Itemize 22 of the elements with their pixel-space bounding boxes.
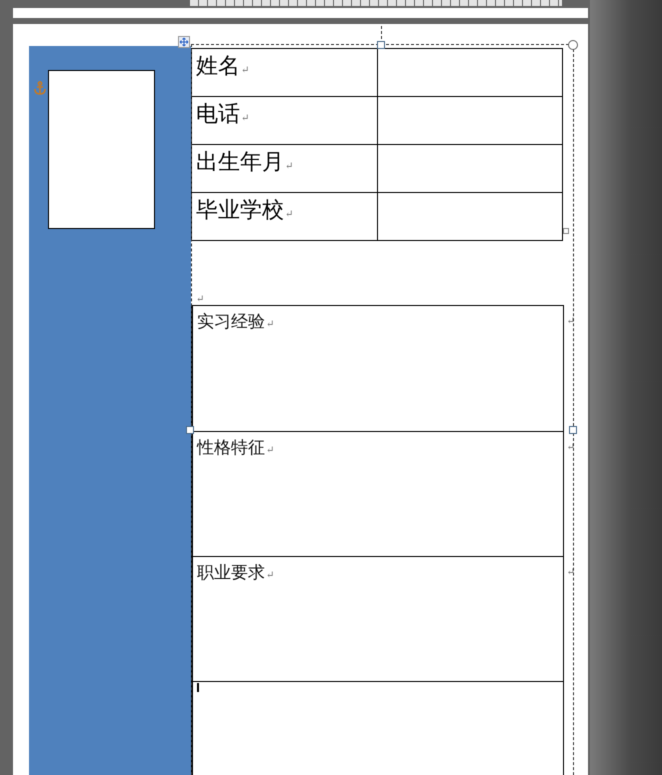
resize-handle[interactable] (186, 426, 194, 434)
move-handle-icon[interactable] (178, 36, 190, 48)
resize-handle[interactable] (569, 426, 577, 434)
resize-handle[interactable] (377, 41, 385, 49)
section-label: 实习经验 (197, 312, 265, 332)
paragraph-mark: ↵ (266, 319, 274, 330)
section-label: 性格特征 (197, 438, 265, 458)
table-resize-handle[interactable] (563, 228, 569, 234)
field-label: 出生年月 (196, 150, 284, 175)
paragraph-mark: ↵ (285, 209, 294, 220)
paragraph-mark: ↵ (196, 294, 204, 305)
paragraph-mark: ↵ (285, 161, 294, 172)
field-label: 毕业学校 (196, 198, 284, 223)
section-label: 职业要求 (197, 563, 265, 583)
paragraph-mark: ↵ (266, 570, 274, 581)
paragraph-mark: ↵ (266, 445, 274, 456)
field-label: 姓名 (196, 54, 240, 79)
anchor-icon (34, 81, 46, 95)
paragraph-mark: ↵ (241, 113, 250, 124)
field-label: 电话 (196, 102, 240, 127)
paragraph-mark: ↵ (241, 65, 250, 76)
rotate-handle[interactable] (568, 40, 578, 50)
